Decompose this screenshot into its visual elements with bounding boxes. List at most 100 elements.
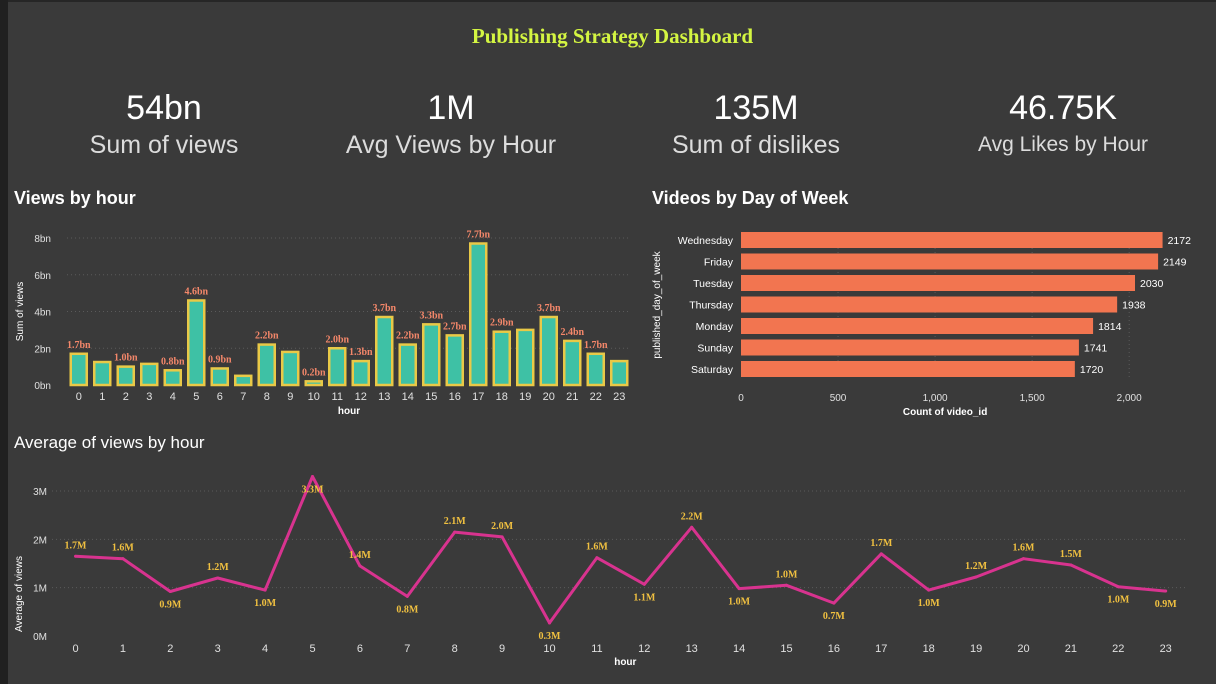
x-tick-label: 6	[217, 391, 223, 403]
kpi-card-avg-likes-hour[interactable]: 46.75K Avg Likes by Hour	[913, 88, 1213, 162]
data-label: 2.0bn	[325, 334, 349, 345]
data-label: 1.0M	[728, 597, 751, 608]
dashboard-canvas: Publishing Strategy Dashboard 54bn Sum o…	[0, 0, 1216, 684]
data-label: 1.0M	[776, 569, 799, 580]
data-label: 1.3bn	[349, 347, 373, 358]
kpi-label: Sum of views	[89, 131, 239, 159]
x-tick-label: 20	[543, 391, 555, 403]
y-tick-label: Monday	[696, 321, 734, 333]
x-tick-label: 16	[449, 391, 461, 403]
y-tick-label: 2M	[33, 535, 47, 546]
kpi-label: Sum of dislikes	[671, 131, 841, 159]
x-tick-label: 2	[167, 643, 173, 655]
kpi-value: 54bn	[126, 89, 202, 127]
bar	[187, 299, 206, 387]
x-tick-label: 9	[287, 391, 293, 403]
views-by-hour-title: Views by hour	[14, 188, 136, 208]
y-tick-label: 0bn	[34, 381, 51, 392]
data-point	[1116, 585, 1120, 589]
kpi-card-sum-dislikes[interactable]: 135M Sum of dislikes	[606, 88, 906, 162]
bar	[741, 296, 1118, 313]
x-tick-label: 21	[566, 391, 578, 403]
data-point	[974, 575, 978, 579]
x-tick-label: 10	[543, 643, 555, 655]
x-tick-label: 500	[830, 393, 847, 404]
top-border	[8, 0, 1216, 2]
data-label: 2.7bn	[443, 321, 467, 332]
bar	[539, 315, 558, 387]
data-label: 2.2M	[681, 511, 704, 522]
x-tick-label: 10	[308, 391, 320, 403]
x-tick-label: 3	[146, 391, 152, 403]
bar	[445, 334, 464, 387]
x-tick-label: 23	[1160, 643, 1172, 655]
data-point	[216, 576, 220, 580]
avg-views-by-hour-chart[interactable]: 0M 1M 2M 3M 0 1.7M 1 1.6M 2 0.9M 3 1.2M 4 1.0M 5 3.3M 6 1…	[0, 460, 1216, 670]
data-label: 1.7M	[870, 538, 893, 549]
data-label: 2.2bn	[255, 331, 279, 342]
x-tick-label: 13	[378, 391, 390, 403]
data-point	[405, 594, 409, 598]
bar	[210, 367, 229, 387]
kpi-value: 46.75K	[1009, 89, 1117, 127]
data-point	[1069, 563, 1073, 567]
data-label: 1741	[1084, 343, 1108, 355]
bar	[741, 275, 1136, 291]
bar	[422, 323, 441, 387]
data-point	[785, 583, 788, 587]
bar	[741, 339, 1079, 356]
x-tick-label: 16	[828, 643, 840, 655]
x-tick-label: 9	[499, 643, 505, 655]
y-tick-label: 4bn	[34, 308, 51, 319]
kpi-card-sum-views[interactable]: 54bn Sum of views	[14, 88, 314, 162]
data-label: 0.9M	[159, 600, 182, 611]
x-tick-label: 1	[120, 643, 126, 655]
x-tick-label: 22	[590, 391, 602, 403]
data-point	[500, 535, 504, 539]
x-tick-label: 4	[170, 391, 176, 403]
data-label: 0.2bn	[302, 367, 326, 378]
y-tick-label: Saturday	[691, 364, 734, 376]
x-tick-label: 18	[496, 391, 508, 403]
x-tick-label: 5	[309, 643, 315, 655]
x-tick-label: 7	[240, 391, 246, 403]
views-by-hour-chart[interactable]: 0bn2bn4bn6bn8bn01.7bn1 21.0bn3 40.8bn54.6b…	[0, 215, 640, 420]
data-point	[1022, 557, 1025, 561]
kpi-value: 1M	[427, 89, 475, 127]
kpi-card-avg-views-hour[interactable]: 1M Avg Views by Hour	[301, 88, 601, 162]
bar	[328, 347, 347, 387]
y-tick-label: 6bn	[34, 271, 51, 282]
data-point	[927, 588, 931, 592]
data-point	[453, 530, 457, 534]
bar	[140, 362, 159, 387]
data-label: 1.2M	[207, 562, 230, 573]
x-tick-label: 1	[99, 391, 105, 403]
y-tick-label: 3M	[33, 487, 47, 498]
data-label: 1.2M	[965, 561, 988, 572]
kpi-label: Avg Views by Hour	[345, 131, 557, 159]
avg-views-by-hour-title: Average of views by hour	[14, 433, 205, 452]
x-tick-label: 8	[264, 391, 270, 403]
x-tick-label: 8	[452, 643, 458, 655]
bar	[304, 380, 323, 387]
x-tick-label: 21	[1065, 643, 1077, 655]
data-point	[168, 590, 172, 594]
x-tick-label: 18	[923, 643, 935, 655]
data-label: 1.6M	[1013, 543, 1036, 554]
data-label: 2.4bn	[560, 327, 584, 338]
data-label: 1720	[1080, 364, 1104, 376]
data-label: 4.6bn	[184, 286, 208, 297]
data-point	[595, 556, 599, 560]
x-axis-title: hour	[614, 657, 636, 668]
videos-by-day-chart[interactable]: 0 500 1,000 1,500 2,000 Wednesday 2172 Friday 21…	[645, 215, 1216, 420]
data-label: 1.7bn	[584, 340, 608, 351]
bar	[741, 318, 1094, 334]
data-label: 1.0M	[1107, 595, 1130, 606]
data-point	[74, 554, 77, 558]
data-label: 1.0bn	[114, 353, 138, 364]
data-label: 1938	[1122, 300, 1146, 312]
data-label: 2.2bn	[396, 331, 420, 342]
x-tick-label: 0	[738, 393, 744, 404]
bar	[234, 374, 253, 387]
dashboard-title: Publishing Strategy Dashboard	[471, 24, 754, 48]
